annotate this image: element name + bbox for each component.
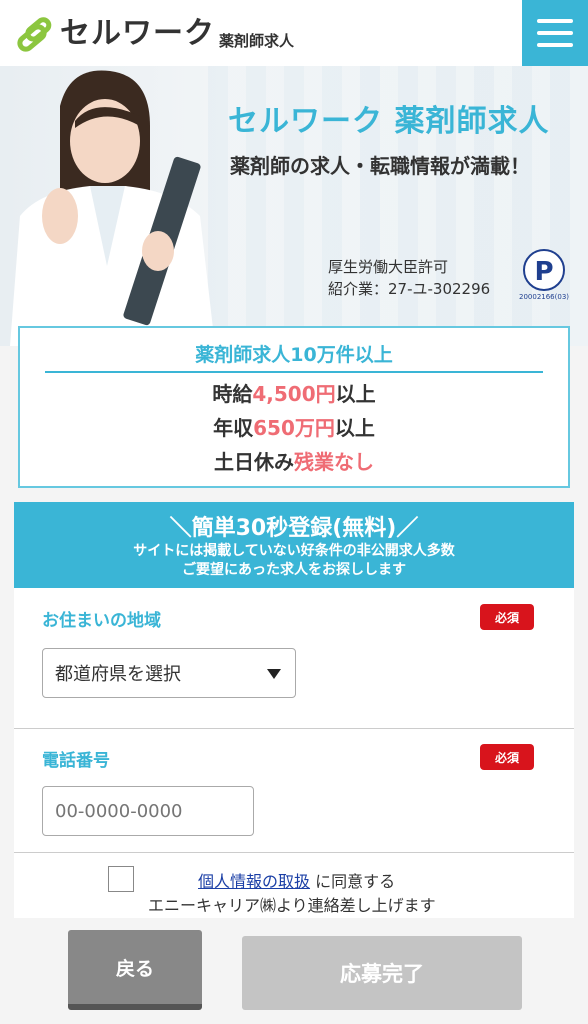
- weekend-line: 土日休み残業なし: [214, 450, 374, 474]
- phone-label: 電話番号: [42, 751, 110, 771]
- privacy-policy-link[interactable]: 個人情報の取扱: [198, 872, 310, 891]
- register-banner: ＼簡単30秒登録(無料)／ サイトには掲載していない好条件の非公開求人多数 ご要…: [14, 502, 574, 588]
- license-text: 厚生労働大臣許可: [328, 258, 449, 276]
- logo-mark-icon: [17, 17, 52, 52]
- hourly-wage-value: 4,500円: [252, 382, 336, 406]
- pharmacist-image: [10, 70, 215, 346]
- banner-line2: ご要望にあった求人をお探しします: [182, 562, 406, 578]
- license-number: 紹介業：27-ユ-302296: [328, 280, 491, 298]
- svg-text:P: P: [534, 257, 553, 287]
- hamburger-icon: [537, 19, 573, 23]
- dropdown-arrow-icon: [267, 669, 281, 679]
- info-heading: 薬剤師求人10万件以上: [45, 340, 543, 373]
- region-label: お住まいの地域: [42, 611, 161, 631]
- pmark-number: 20002166(03): [519, 293, 569, 301]
- no-overtime-text: 残業なし: [294, 450, 374, 474]
- privacy-mark-icon: P 20002166(03): [519, 249, 569, 301]
- annual-income-line: 年収650万円以上: [213, 416, 375, 440]
- prefecture-select[interactable]: 都道府県を選択: [42, 648, 296, 698]
- logo-subtext: 薬剤師求人: [219, 32, 295, 50]
- hamburger-menu-button[interactable]: [522, 0, 588, 66]
- consent-checkbox[interactable]: [108, 866, 134, 892]
- logo[interactable]: セルワーク 薬剤師求人: [14, 14, 294, 52]
- back-button[interactable]: 戻る: [68, 930, 202, 1010]
- hero-banner: セルワーク 薬剤師求人 薬剤師の求人・転職情報が満載！ 厚生労働大臣許可 紹介業…: [0, 66, 588, 346]
- logo-text: セルワーク: [60, 16, 215, 51]
- divider: [14, 852, 574, 853]
- hero-subtitle: 薬剤師の求人・転職情報が満載！: [230, 154, 530, 178]
- required-badge: 必須: [480, 604, 534, 630]
- header: セルワーク 薬剤師求人: [0, 0, 588, 66]
- divider: [14, 728, 574, 729]
- hourly-wage-line: 時給4,500円以上: [212, 382, 376, 406]
- required-badge: 必須: [480, 744, 534, 770]
- prefecture-select-value: 都道府県を選択: [55, 664, 181, 685]
- consent-text: 個人情報の取扱 に同意する: [198, 872, 396, 891]
- banner-title: ＼簡単30秒登録(無料)／: [169, 516, 419, 541]
- submit-button[interactable]: 応募完了: [242, 936, 522, 1010]
- annual-income-value: 650万円: [253, 416, 335, 440]
- hero-title: セルワーク 薬剤師求人: [228, 104, 550, 139]
- info-box: 薬剤師求人10万件以上 時給4,500円以上 年収650万円以上 土日休み残業な…: [18, 326, 570, 488]
- consent-note: エニーキャリア㈱より連絡差し上げます: [148, 896, 436, 915]
- banner-line1: サイトには掲載していない好条件の非公開求人多数: [133, 543, 455, 559]
- phone-input[interactable]: [42, 786, 254, 836]
- registration-form: お住まいの地域 必須 都道府県を選択 電話番号 必須 個人情報の取扱 に同意する…: [14, 588, 574, 918]
